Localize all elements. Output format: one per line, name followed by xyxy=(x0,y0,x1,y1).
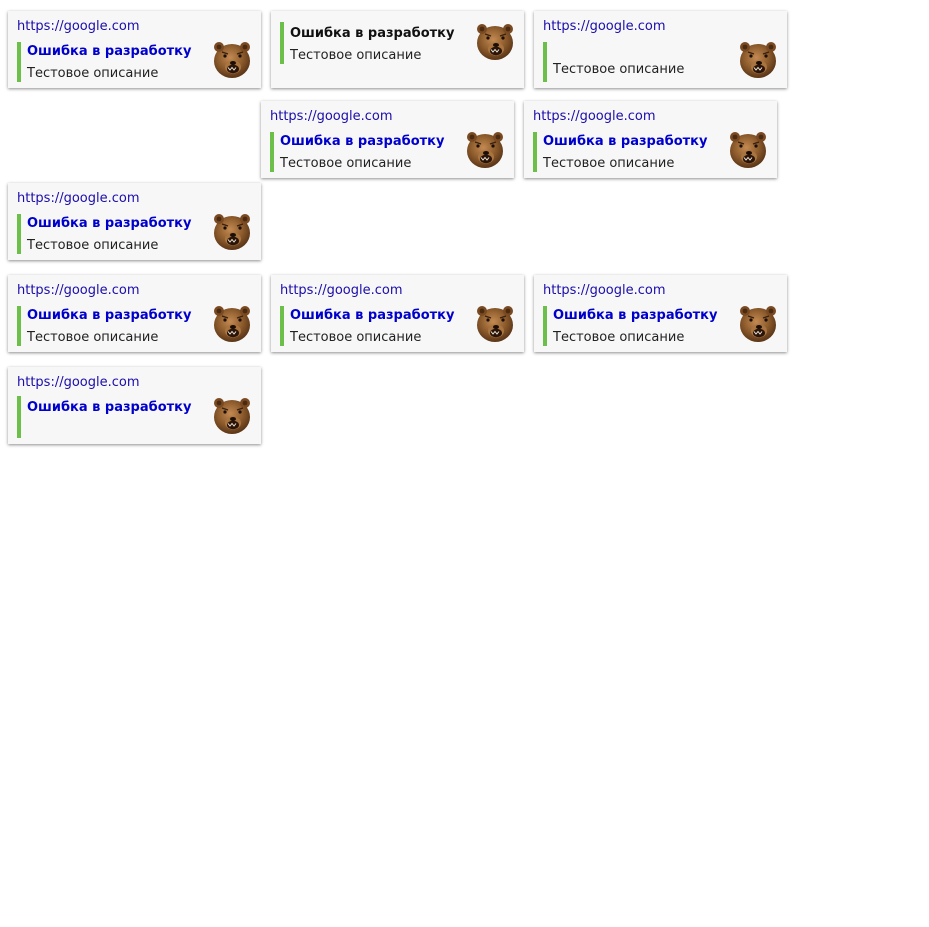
card-title[interactable]: Ошибка в разработку xyxy=(543,134,707,150)
card-url[interactable]: https://google.com xyxy=(270,109,393,125)
card-url[interactable]: https://google.com xyxy=(533,109,656,125)
card-url[interactable]: https://google.com xyxy=(543,283,666,299)
card-url[interactable]: https://google.com xyxy=(17,375,140,391)
card-description: Тестовое описание xyxy=(290,330,422,345)
accent-bar xyxy=(17,306,21,346)
accent-bar xyxy=(17,214,21,254)
card-title[interactable]: Ошибка в разработку xyxy=(27,308,191,324)
card-title[interactable]: Ошибка в разработку xyxy=(27,44,191,60)
card-title[interactable]: Ошибка в разработку xyxy=(27,216,191,232)
link-card[interactable]: https://google.com Ошибка в разработку xyxy=(8,367,261,444)
link-card[interactable]: https://google.com Ошибка в разработку Т… xyxy=(261,101,514,178)
card-title[interactable]: Ошибка в разработку xyxy=(290,308,454,324)
card-description: Тестовое описание xyxy=(553,330,685,345)
card-title[interactable]: Ошибка в разработку xyxy=(280,134,444,150)
card-url[interactable]: https://google.com xyxy=(17,19,140,35)
card-description: Тестовое описание xyxy=(27,66,159,81)
link-card[interactable]: https://google.com Ошибка в разработку Т… xyxy=(8,275,261,352)
card-url[interactable]: https://google.com xyxy=(543,19,666,35)
accent-bar xyxy=(280,306,284,346)
bear-icon xyxy=(475,22,515,62)
link-card[interactable]: https://google.com Ошибка в разработку Т… xyxy=(8,11,261,88)
accent-bar xyxy=(543,42,547,82)
card-description: Тестовое описание xyxy=(290,48,422,63)
accent-bar xyxy=(533,132,537,172)
link-card[interactable]: https://google.com Ошибка в разработку Т… xyxy=(271,275,524,352)
link-card[interactable]: https://google.com Ошибка в разработку Т… xyxy=(524,101,777,178)
bear-icon xyxy=(212,304,252,344)
link-card[interactable]: Ошибка в разработку Тестовое описание xyxy=(271,11,524,88)
accent-bar xyxy=(280,22,284,64)
bear-icon xyxy=(212,396,252,436)
card-description: Тестовое описание xyxy=(553,62,685,77)
card-description: Тестовое описание xyxy=(280,156,412,171)
bear-icon xyxy=(738,304,778,344)
bear-icon xyxy=(465,130,505,170)
card-description: Тестовое описание xyxy=(27,238,159,253)
card-description: Тестовое описание xyxy=(27,330,159,345)
accent-bar xyxy=(17,396,21,438)
link-card[interactable]: https://google.com Ошибка в разработку Т… xyxy=(8,183,261,260)
link-card[interactable]: https://google.com Тестовое описание xyxy=(534,11,787,88)
card-url[interactable]: https://google.com xyxy=(17,283,140,299)
accent-bar xyxy=(270,132,274,172)
bear-icon xyxy=(212,212,252,252)
link-card[interactable]: https://google.com Ошибка в разработку Т… xyxy=(534,275,787,352)
card-title[interactable]: Ошибка в разработку xyxy=(553,308,717,324)
card-url[interactable]: https://google.com xyxy=(280,283,403,299)
bear-icon xyxy=(212,40,252,80)
accent-bar xyxy=(17,42,21,82)
bear-icon xyxy=(738,40,778,80)
card-url[interactable]: https://google.com xyxy=(17,191,140,207)
bear-icon xyxy=(728,130,768,170)
bear-icon xyxy=(475,304,515,344)
card-title[interactable]: Ошибка в разработку xyxy=(290,26,454,42)
accent-bar xyxy=(543,306,547,346)
card-description: Тестовое описание xyxy=(543,156,675,171)
card-title[interactable]: Ошибка в разработку xyxy=(27,400,191,416)
